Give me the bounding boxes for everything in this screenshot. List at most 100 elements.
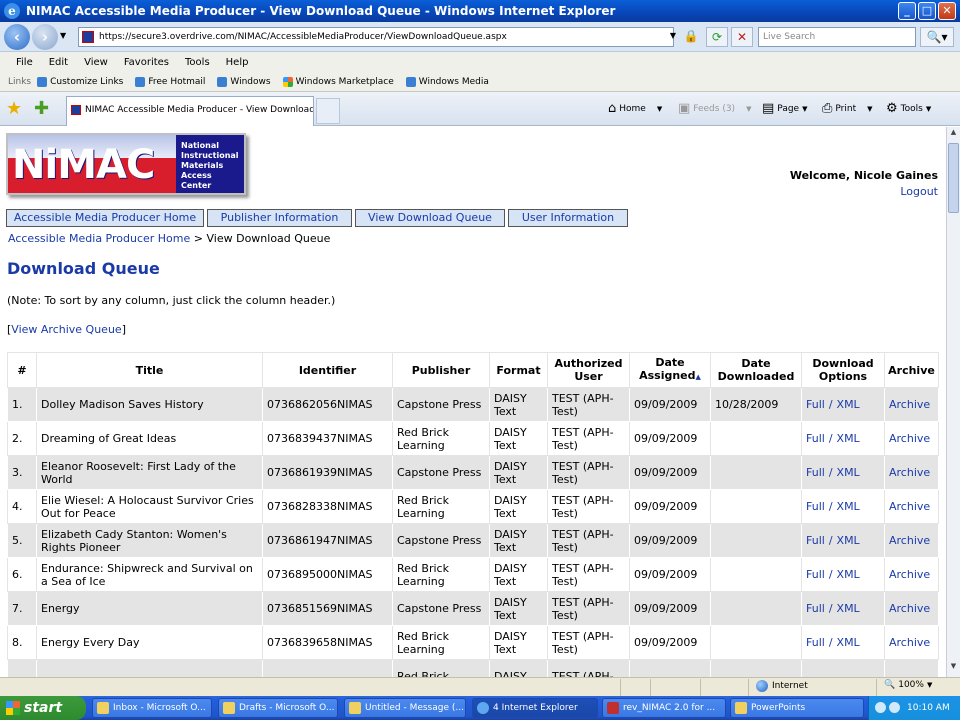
archive-link[interactable]: Archive [884, 625, 939, 660]
col-publisher[interactable]: Publisher [392, 352, 490, 388]
task-untitled-message[interactable]: Untitled - Message (... [344, 698, 466, 718]
page-title: Download Queue [7, 259, 160, 278]
page-button[interactable]: ▤ Page ▼ [762, 101, 807, 116]
scrollbar-thumb[interactable] [948, 143, 959, 213]
home-button[interactable]: ⌂ Home ▼ [608, 101, 662, 116]
print-button[interactable]: ⎙ Print ▼ [822, 101, 873, 116]
archive-link[interactable]: Archive [884, 523, 939, 558]
archive-link[interactable]: Archive [884, 557, 939, 592]
task-drafts[interactable]: Drafts - Microsoft O... [218, 698, 338, 718]
col-authorized-user[interactable]: Authorized User [547, 352, 630, 388]
lock-icon[interactable]: 🔒 [680, 27, 702, 47]
stop-icon[interactable]: ✕ [731, 27, 753, 47]
task-inbox[interactable]: Inbox - Microsoft O... [92, 698, 212, 718]
link-windows-media[interactable]: Windows Media [405, 76, 489, 87]
tools-button[interactable]: ⚙ Tools ▼ [886, 101, 931, 116]
col-identifier[interactable]: Identifier [262, 352, 393, 388]
download-full-link[interactable]: Full [806, 432, 825, 445]
favorites-star-icon[interactable]: ★ [6, 98, 22, 119]
zoom-level[interactable]: 🔍 100% ▼ [884, 680, 932, 690]
link-windows-marketplace[interactable]: Windows Marketplace [282, 76, 394, 87]
add-favorite-icon[interactable]: ✚ [34, 98, 49, 119]
forward-button[interactable]: › [32, 24, 58, 50]
download-xml-link[interactable]: XML [837, 432, 860, 445]
history-dropdown-icon[interactable]: ▼ [60, 31, 66, 40]
view-archive-queue-link[interactable]: View Archive Queue [11, 323, 121, 336]
menu-view[interactable]: View [84, 57, 108, 68]
breadcrumb-home[interactable]: Accessible Media Producer Home [8, 232, 190, 245]
network-icon[interactable] [875, 702, 886, 713]
close-window-button[interactable]: ✕ [938, 2, 956, 20]
col-date-downloaded[interactable]: Date Downloaded [710, 352, 802, 388]
row-format: DAISY Text [489, 557, 548, 592]
row-authorized-user: TEST (APH-Test) [547, 557, 630, 592]
download-full-link[interactable]: Full [806, 568, 825, 581]
feeds-button[interactable]: ▣ Feeds (3) ▼ [678, 101, 751, 116]
row-title: Dreaming of Great Ideas [36, 421, 263, 456]
row-identifier: 0736861939NIMAS [262, 455, 393, 490]
menu-edit[interactable]: Edit [49, 57, 68, 68]
task-powerpoints[interactable]: PowerPoints [730, 698, 864, 718]
logout-link[interactable]: Logout [900, 185, 938, 198]
archive-link[interactable]: Archive [884, 455, 939, 490]
download-full-link[interactable]: Full [806, 398, 825, 411]
download-full-link[interactable]: Full [806, 500, 825, 513]
search-icon[interactable]: 🔍▾ [920, 27, 954, 47]
archive-link[interactable]: Archive [884, 387, 939, 422]
volume-icon[interactable] [889, 702, 900, 713]
col-title[interactable]: Title [36, 352, 263, 388]
scroll-up-icon[interactable]: ▲ [948, 128, 959, 142]
archive-link[interactable]: Archive [884, 591, 939, 626]
download-xml-link[interactable]: XML [837, 500, 860, 513]
menu-help[interactable]: Help [226, 57, 249, 68]
col-download-options[interactable]: Download Options [801, 352, 885, 388]
nav-amp-home[interactable]: Accessible Media Producer Home [6, 209, 204, 227]
row-date-downloaded [710, 591, 802, 626]
link-customize[interactable]: Customize Links [37, 76, 123, 87]
download-full-link[interactable]: Full [806, 534, 825, 547]
vertical-scrollbar[interactable]: ▲ ▼ [946, 127, 960, 677]
col-date-assigned[interactable]: Date Assigned▲ [629, 352, 711, 388]
link-free-hotmail[interactable]: Free Hotmail [135, 76, 205, 87]
download-xml-link[interactable]: XML [837, 466, 860, 479]
table-row: 8. Energy Every Day 0736839658NIMAS Red Bri… [7, 625, 939, 660]
download-full-link[interactable]: Full [806, 602, 825, 615]
menu-file[interactable]: File [16, 57, 33, 68]
scroll-down-icon[interactable]: ▼ [948, 662, 959, 676]
nimac-logo[interactable]: NiMAC National Instructional Materials A… [6, 133, 246, 195]
minimize-button[interactable]: _ [898, 2, 916, 20]
menu-favorites[interactable]: Favorites [124, 57, 169, 68]
download-full-link[interactable]: Full [806, 636, 825, 649]
new-tab-button[interactable] [316, 98, 340, 124]
col-archive[interactable]: Archive [884, 352, 939, 388]
download-xml-link[interactable]: XML [837, 534, 860, 547]
download-full-link[interactable]: Full [806, 466, 825, 479]
archive-link[interactable]: Archive [884, 421, 939, 456]
archive-link[interactable]: Archive [884, 489, 939, 524]
menu-bar: File Edit View Favorites Tools Help [0, 52, 960, 72]
maximize-button[interactable]: □ [918, 2, 936, 20]
nav-publisher-information[interactable]: Publisher Information [207, 209, 352, 227]
archive-link[interactable] [884, 659, 939, 677]
link-windows[interactable]: Windows [217, 76, 271, 87]
nav-view-download-queue[interactable]: View Download Queue [355, 209, 505, 227]
download-xml-link[interactable]: XML [837, 636, 860, 649]
row-date-assigned: 09/09/2009 [629, 625, 711, 660]
download-xml-link[interactable]: XML [837, 602, 860, 615]
tab-nimac[interactable]: NIMAC Accessible Media Producer - View D… [66, 96, 314, 126]
col-format[interactable]: Format [489, 352, 548, 388]
back-button[interactable]: ‹ [4, 24, 30, 50]
address-input[interactable]: https://secure3.overdrive.com/NIMAC/Acce… [78, 27, 674, 47]
task-rev-nimac[interactable]: rev_NIMAC 2.0 for ... [602, 698, 726, 718]
table-row: 7. Energy 0736851569NIMAS Capstone Press DAI… [7, 591, 939, 626]
col-number[interactable]: # [7, 352, 37, 388]
download-xml-link[interactable]: XML [837, 568, 860, 581]
task-internet-explorer[interactable]: 4 Internet Explorer [472, 698, 598, 718]
menu-tools[interactable]: Tools [185, 57, 210, 68]
search-input[interactable]: Live Search [758, 27, 916, 47]
start-button[interactable]: start [0, 696, 86, 720]
download-xml-link[interactable]: XML [837, 398, 860, 411]
nav-user-information[interactable]: User Information [508, 209, 628, 227]
printer-icon: ⎙ [822, 101, 833, 116]
refresh-icon[interactable]: ⟳ [706, 27, 728, 47]
